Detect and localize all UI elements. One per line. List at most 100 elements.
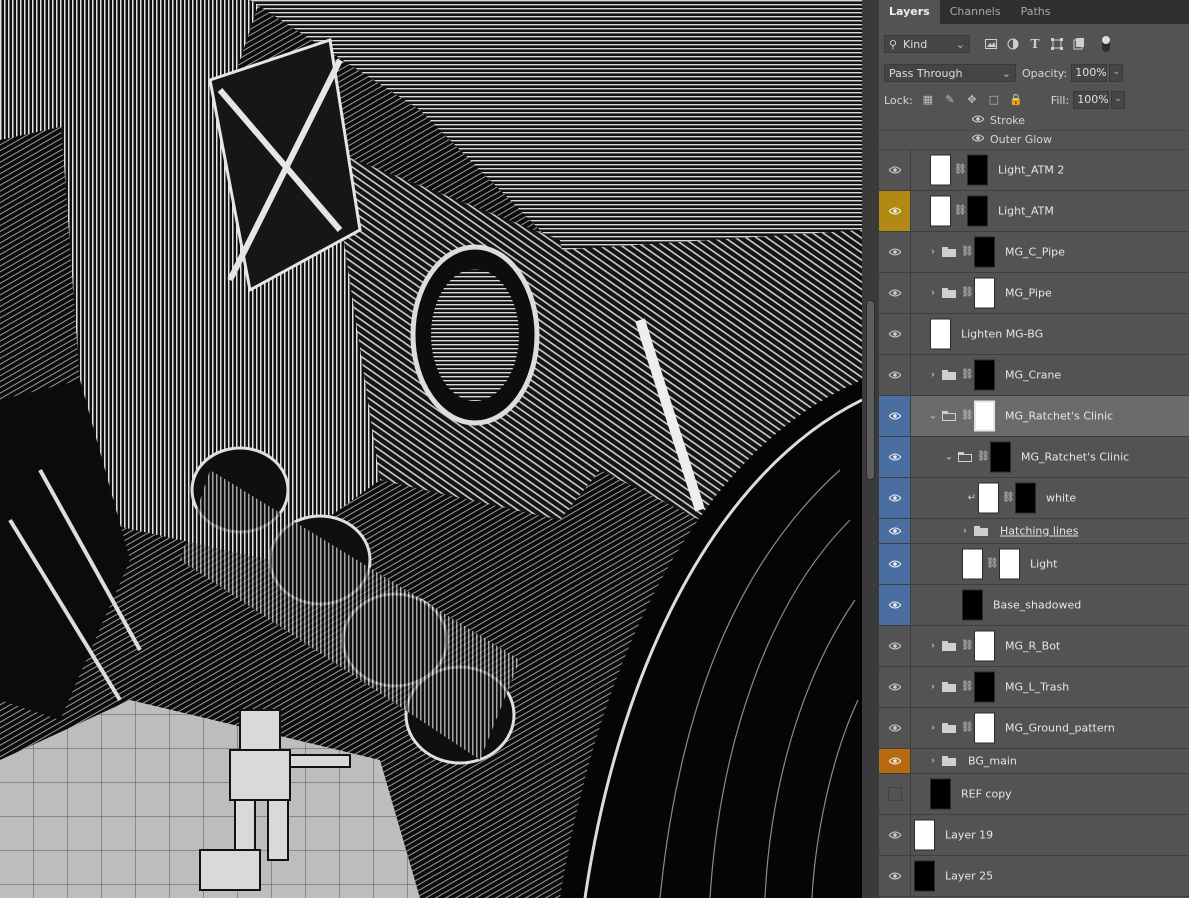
layer-thumbnail[interactable] bbox=[914, 819, 935, 851]
layer-row[interactable]: REF copy bbox=[879, 774, 1189, 815]
layer-thumbnail[interactable] bbox=[962, 548, 983, 580]
expand-arrow-icon[interactable]: › bbox=[960, 526, 970, 537]
visibility-toggle[interactable] bbox=[879, 774, 911, 814]
layer-row[interactable]: › Hatching lines bbox=[879, 519, 1189, 544]
opacity-input[interactable]: 100% bbox=[1071, 64, 1108, 82]
expand-arrow-icon[interactable]: › bbox=[928, 723, 938, 734]
expand-arrow-icon[interactable]: › bbox=[928, 247, 938, 258]
expand-arrow-icon[interactable]: › bbox=[928, 370, 938, 381]
fill-input[interactable]: 100% bbox=[1073, 91, 1110, 109]
effect-row-stroke[interactable]: Stroke bbox=[879, 111, 1189, 131]
filter-kind-select[interactable]: ⚲ Kind ⌄ bbox=[884, 35, 970, 53]
visibility-toggle[interactable] bbox=[879, 232, 911, 272]
layer-row[interactable]: › ⛓ MG_Pipe bbox=[879, 273, 1189, 314]
mask-thumbnail[interactable] bbox=[974, 712, 995, 744]
visibility-toggle[interactable] bbox=[879, 708, 911, 748]
tab-channels[interactable]: Channels bbox=[940, 0, 1011, 24]
visibility-toggle[interactable] bbox=[879, 519, 911, 543]
layer-row[interactable]: › ⛓ MG_L_Trash bbox=[879, 667, 1189, 708]
visibility-toggle[interactable] bbox=[879, 273, 911, 313]
image-filter-icon[interactable] bbox=[984, 37, 998, 51]
lock-transparent-pixels-icon[interactable]: ▦ bbox=[921, 93, 935, 107]
visibility-toggle[interactable] bbox=[879, 667, 911, 707]
visibility-toggle[interactable] bbox=[879, 749, 911, 773]
document-canvas[interactable] bbox=[0, 0, 862, 898]
layer-thumbnail[interactable] bbox=[914, 860, 935, 892]
eye-icon[interactable] bbox=[972, 115, 984, 123]
layer-row[interactable]: ⛓ Light bbox=[879, 544, 1189, 585]
expand-arrow-icon[interactable]: › bbox=[928, 288, 938, 299]
link-icon[interactable]: ⛓ bbox=[961, 286, 974, 300]
layer-row[interactable]: Layer 25 bbox=[879, 856, 1189, 897]
visibility-toggle[interactable] bbox=[879, 815, 911, 855]
tab-paths[interactable]: Paths bbox=[1011, 0, 1061, 24]
layer-row[interactable]: › ⛓ MG_R_Bot bbox=[879, 626, 1189, 667]
effect-row-outer-glow[interactable]: Outer Glow bbox=[879, 130, 1189, 150]
layer-thumbnail[interactable] bbox=[962, 589, 983, 621]
visibility-toggle[interactable] bbox=[879, 355, 911, 395]
visibility-toggle[interactable] bbox=[879, 585, 911, 625]
mask-thumbnail[interactable] bbox=[1015, 482, 1036, 514]
link-icon[interactable]: ⛓ bbox=[954, 204, 967, 218]
lock-all-icon[interactable]: 🔒 bbox=[1009, 93, 1023, 107]
link-icon[interactable]: ⛓ bbox=[954, 163, 967, 177]
visibility-toggle[interactable] bbox=[879, 856, 911, 896]
layer-thumbnail[interactable] bbox=[978, 482, 999, 514]
visibility-toggle[interactable] bbox=[879, 478, 911, 518]
lock-position-icon[interactable]: ✥ bbox=[965, 93, 979, 107]
visibility-toggle[interactable] bbox=[879, 437, 911, 477]
mask-thumbnail[interactable] bbox=[974, 277, 995, 309]
link-icon[interactable]: ⛓ bbox=[961, 721, 974, 735]
shape-filter-icon[interactable] bbox=[1050, 37, 1064, 51]
expand-arrow-icon[interactable]: › bbox=[928, 682, 938, 693]
mask-thumbnail[interactable] bbox=[967, 195, 988, 227]
collapse-arrow-icon[interactable]: ⌄ bbox=[928, 411, 938, 422]
expand-arrow-icon[interactable]: › bbox=[928, 756, 938, 767]
link-icon[interactable]: ⛓ bbox=[961, 680, 974, 694]
mask-thumbnail[interactable] bbox=[990, 441, 1011, 473]
fill-dropdown-icon[interactable]: ⌄ bbox=[1111, 91, 1126, 109]
mask-thumbnail[interactable] bbox=[967, 154, 988, 186]
eye-icon[interactable] bbox=[972, 134, 984, 142]
layer-row[interactable]: ↵ ⛓ white bbox=[879, 478, 1189, 519]
type-filter-icon[interactable]: T bbox=[1028, 37, 1042, 51]
mask-thumbnail[interactable] bbox=[974, 236, 995, 268]
visibility-toggle[interactable] bbox=[879, 396, 911, 436]
mask-thumbnail[interactable] bbox=[999, 548, 1020, 580]
layer-row[interactable]: › ⛓ MG_Ground_pattern bbox=[879, 708, 1189, 749]
mask-thumbnail[interactable] bbox=[974, 359, 995, 391]
opacity-dropdown-icon[interactable]: ⌄ bbox=[1109, 64, 1124, 82]
layer-row[interactable]: Layer 19 bbox=[879, 815, 1189, 856]
layer-row[interactable]: ⛓ Light_ATM bbox=[879, 191, 1189, 232]
link-icon[interactable]: ⛓ bbox=[977, 450, 990, 464]
layer-row[interactable]: › BG_main bbox=[879, 749, 1189, 774]
layer-row[interactable]: ⛓ Light_ATM 2 bbox=[879, 150, 1189, 191]
link-icon[interactable]: ⛓ bbox=[961, 245, 974, 259]
canvas-vertical-scrollbar[interactable] bbox=[862, 0, 879, 898]
layer-thumbnail[interactable] bbox=[930, 154, 951, 186]
visibility-toggle[interactable] bbox=[879, 544, 911, 584]
link-icon[interactable]: ⛓ bbox=[961, 639, 974, 653]
lock-artboard-icon[interactable]: □ bbox=[987, 93, 1001, 107]
adjustment-filter-icon[interactable] bbox=[1006, 37, 1020, 51]
blend-mode-select[interactable]: Pass Through ⌄ bbox=[884, 64, 1016, 82]
layer-row-selected[interactable]: ⌄ ⛓ MG_Ratchet's Clinic bbox=[879, 396, 1189, 437]
mask-thumbnail[interactable] bbox=[974, 630, 995, 662]
link-icon[interactable]: ⛓ bbox=[961, 409, 974, 423]
link-icon[interactable]: ⛓ bbox=[1002, 491, 1015, 505]
link-icon[interactable]: ⛓ bbox=[961, 368, 974, 382]
collapse-arrow-icon[interactable]: ⌄ bbox=[944, 452, 954, 463]
layer-row[interactable]: › ⛓ MG_Crane bbox=[879, 355, 1189, 396]
smart-object-filter-icon[interactable] bbox=[1072, 37, 1086, 51]
layer-row[interactable]: Base_shadowed bbox=[879, 585, 1189, 626]
tab-layers[interactable]: Layers bbox=[879, 0, 940, 24]
mask-thumbnail[interactable] bbox=[974, 400, 995, 432]
visibility-toggle[interactable] bbox=[879, 626, 911, 666]
layer-row[interactable]: Lighten MG-BG bbox=[879, 314, 1189, 355]
layer-thumbnail[interactable] bbox=[930, 195, 951, 227]
layer-row[interactable]: ⌄ ⛓ MG_Ratchet's Clinic bbox=[879, 437, 1189, 478]
layer-thumbnail[interactable] bbox=[930, 318, 951, 350]
visibility-toggle[interactable] bbox=[879, 150, 911, 190]
scrollbar-thumb[interactable] bbox=[866, 300, 875, 480]
filter-toggle-switch[interactable] bbox=[1102, 36, 1110, 52]
